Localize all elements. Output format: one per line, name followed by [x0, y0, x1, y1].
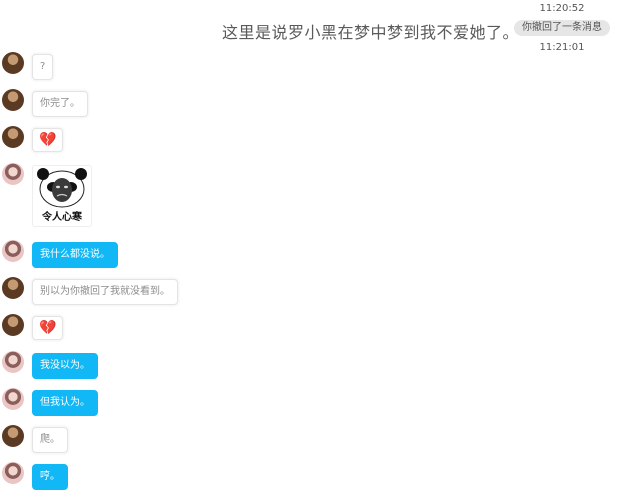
avatar[interactable] [2, 126, 24, 148]
panda-face-icon [37, 168, 87, 208]
message-row: ? [2, 52, 54, 80]
avatar[interactable] [2, 89, 24, 111]
avatar[interactable] [2, 351, 24, 373]
recall-notice: 你撤回了一条消息 [514, 20, 610, 36]
message-bubble[interactable]: 哼。 [32, 464, 68, 490]
message-row: 我没以为。 [2, 351, 98, 379]
message-bubble[interactable]: 爬。 [32, 427, 68, 453]
broken-heart-icon[interactable]: 💔 [32, 128, 64, 152]
avatar[interactable] [2, 52, 24, 74]
message-row: 你完了。 [2, 89, 88, 117]
message-bubble[interactable]: 别以为你撤回了我就没看到。 [32, 279, 178, 305]
message-bubble[interactable]: 我没以为。 [32, 353, 98, 379]
message-bubble[interactable]: 但我认为。 [32, 390, 98, 416]
message-bubble[interactable]: 我什么都没说。 [32, 242, 118, 268]
avatar[interactable] [2, 163, 24, 185]
panda-meme-sticker[interactable]: 令人心寒 [32, 165, 92, 227]
avatar[interactable] [2, 314, 24, 336]
message-bubble[interactable]: ? [32, 54, 54, 80]
message-row: 我什么都没说。 [2, 240, 118, 268]
message-row: 💔 [2, 126, 64, 152]
message-bubble[interactable]: 你完了。 [32, 91, 88, 117]
message-row: 爬。 [2, 425, 68, 453]
timestamp: 11:20:52 [539, 3, 585, 14]
avatar[interactable] [2, 240, 24, 262]
avatar[interactable] [2, 277, 24, 299]
caption-text: 这里是说罗小黑在梦中梦到我不爱她了。 [222, 23, 520, 42]
avatar[interactable] [2, 425, 24, 447]
sticker-caption: 令人心寒 [42, 212, 82, 223]
avatar[interactable] [2, 462, 24, 484]
message-row: 哼。 [2, 462, 68, 490]
message-row: 别以为你撤回了我就没看到。 [2, 277, 178, 305]
system-messages: 11:20:52 你撤回了一条消息 11:21:01 [512, 3, 612, 54]
message-row: 💔 [2, 314, 64, 340]
avatar[interactable] [2, 388, 24, 410]
timestamp: 11:21:01 [539, 42, 585, 53]
message-row: 但我认为。 [2, 388, 98, 416]
message-row: 令人心寒 [2, 163, 92, 227]
broken-heart-icon[interactable]: 💔 [32, 316, 64, 340]
